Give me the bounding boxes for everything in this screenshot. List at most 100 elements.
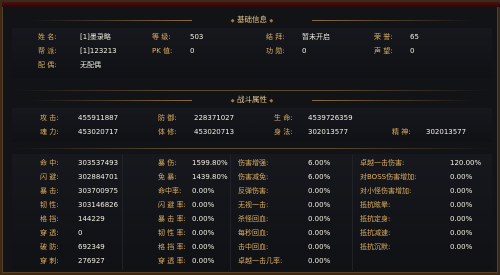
stat-value: 0.00% [192, 215, 215, 223]
stat-label: 暴 击 率: [158, 215, 186, 223]
stat-label: 伤害减免: [238, 173, 269, 181]
stat-value: 1599.80% [192, 159, 228, 167]
stat-label: 韧 性: [40, 201, 59, 209]
header-ornament-icon: ◆ [230, 98, 235, 104]
guild-label: 帮 派: [38, 47, 57, 55]
stat-label: 抵抗沉默: [360, 243, 391, 251]
stat-label: 伤害增强: [238, 159, 269, 167]
stat-label: 韧 性 率: [158, 229, 186, 237]
combat-detail-row: 韧 性: 303146826 闪 避 率: 0.00% 无视一击: 0.00% … [12, 198, 492, 212]
stat-value: 0.00% [192, 243, 215, 251]
header-ornament-line [32, 100, 192, 101]
stat-value: 0.00% [308, 243, 331, 251]
stat-label: 抵抗眩晕: [360, 201, 391, 209]
header-ornament-line [32, 20, 192, 21]
header-ornament-line [312, 20, 472, 21]
basic-info-title: 基础信息 [237, 15, 267, 24]
combat-detail-row: 暴 击: 303700975 命中率: 0.00% 反弹伤害: 0.00% 对小… [12, 184, 492, 198]
stat-label: 无视一击: [238, 201, 269, 209]
body-value: 453020713 [194, 128, 235, 136]
stat-label: 穿 透: [40, 229, 59, 237]
combat-detail-row: 穿 透: 0 韧 性 率: 0.00% 每秒回血: 0.00% 抵抗减速: 0.… [12, 226, 492, 240]
header-ornament-line [312, 100, 472, 101]
prestige-label: 声 望: [374, 47, 393, 55]
prestige-value: 0 [410, 47, 415, 55]
sworn-label: 结 拜: [266, 33, 285, 41]
stat-label: 对BOSS伤害增加: [360, 173, 417, 181]
basic-row: 姓 名: [1]墨录略 等 级: 503 结 拜: 暂未开启 荣 誉: 65 [12, 30, 492, 44]
stat-label: 抵抗减速: [360, 229, 391, 237]
basic-row: 帮 派: [1]123213 PK 值: 0 功 勋: 0 声 望: 0 [12, 44, 492, 58]
stat-label: 命中率: [158, 187, 182, 195]
basic-row: 配 偶: 无配偶 [12, 58, 492, 72]
stat-label: 穿 透 率: [158, 257, 186, 265]
stat-value: 276927 [78, 257, 105, 265]
attack-value: 455911887 [78, 114, 119, 122]
combat-main-row: 魂 力: 453020717 体 修: 453020713 身 法: 30201… [12, 125, 492, 139]
stat-value: 692349 [78, 243, 105, 251]
combat-detail-row: 破 防: 692349 格 挡 率: 0.00% 击中回血: 0.00% 抵抗沉… [12, 240, 492, 254]
hp-value: 4539726359 [308, 114, 353, 122]
stat-label: 反弹伤害: [238, 187, 269, 195]
window-top-bar [2, 2, 500, 7]
stat-value: 0.00% [308, 201, 331, 209]
stat-value: 0.00% [192, 201, 215, 209]
merit-value: 0 [302, 47, 307, 55]
combat-detail-row: 闪 避: 302884701 免 暴: 1439.80% 伤害减免: 6.00%… [12, 170, 492, 184]
header-ornament-icon: ◆ [269, 98, 274, 104]
combat-detail-row: 穿 刺: 276927 穿 透 率: 0.00% 卓越一击几率: 0.00% [12, 254, 492, 268]
stat-label: 闪 避: [40, 173, 59, 181]
stat-value: 144229 [78, 215, 105, 223]
header-ornament-icon: ◆ [269, 18, 274, 24]
stat-value: 0.00% [308, 257, 331, 265]
soul-label: 魂 力: [40, 128, 59, 136]
stat-label: 暴 伤: [158, 159, 177, 167]
stat-value: 0.00% [192, 187, 215, 195]
level-value: 503 [190, 33, 204, 41]
stat-value: 303700975 [78, 187, 119, 195]
hp-label: 生 命: [274, 114, 293, 122]
merit-label: 功 勋: [266, 47, 285, 55]
stat-value: 0.00% [450, 215, 473, 223]
stat-value: 0.00% [308, 215, 331, 223]
agility-value: 302013577 [308, 128, 349, 136]
attack-label: 攻 击: [40, 114, 59, 122]
stat-label: 对小怪伤害增加: [360, 187, 412, 195]
spouse-value: 无配偶 [80, 61, 101, 69]
guild-value: [1]123213 [80, 47, 117, 55]
stat-value: 0.00% [192, 229, 215, 237]
stat-value: 1439.80% [192, 173, 228, 181]
agility-label: 身 法: [274, 128, 293, 136]
stat-label: 闪 避 率: [158, 201, 186, 209]
name-value: [1]墨录略 [80, 33, 111, 41]
stat-label: 击中回血: [238, 243, 269, 251]
combat-detail-row: 命 中: 303537493 暴 伤: 1599.80% 伤害增强: 6.00%… [12, 156, 492, 170]
stat-value: 0.00% [450, 173, 473, 181]
combat-detail-panel: 命 中: 303537493 暴 伤: 1599.80% 伤害增强: 6.00%… [12, 154, 492, 270]
stat-value: 303537493 [78, 159, 119, 167]
combat-main-panel: 攻 击: 455911887 防 御: 228371027 生 命: 45397… [12, 108, 492, 142]
stat-label: 命 中: [40, 159, 59, 167]
stat-value: 0.00% [192, 257, 215, 265]
stat-value: 120.00% [450, 159, 482, 167]
stat-label: 卓越一击几率: [238, 257, 283, 265]
spouse-label: 配 偶: [38, 61, 57, 69]
defense-value: 228371027 [194, 114, 235, 122]
pk-value: 0 [190, 47, 195, 55]
stat-value: 0.00% [308, 187, 331, 195]
soul-value: 453020717 [78, 128, 119, 136]
basic-info-panel: 姓 名: [1]墨录略 等 级: 503 结 拜: 暂未开启 荣 誉: 65 帮… [12, 28, 492, 78]
pk-label: PK 值: [152, 47, 173, 55]
stat-value: 303146826 [78, 201, 119, 209]
stat-value: 6.00% [308, 173, 331, 181]
stat-label: 格 挡: [40, 215, 59, 223]
spirit-value: 302013577 [426, 128, 467, 136]
stat-label: 暴 击: [40, 187, 59, 195]
stat-value: 0.00% [450, 229, 473, 237]
stat-label: 格 挡 率: [158, 243, 186, 251]
body-label: 体 修: [158, 128, 177, 136]
spirit-label: 精 神: [392, 128, 411, 136]
stat-value: 0 [78, 229, 83, 237]
stat-label: 穿 刺: [40, 257, 59, 265]
stat-label: 免 暴: [158, 173, 177, 181]
